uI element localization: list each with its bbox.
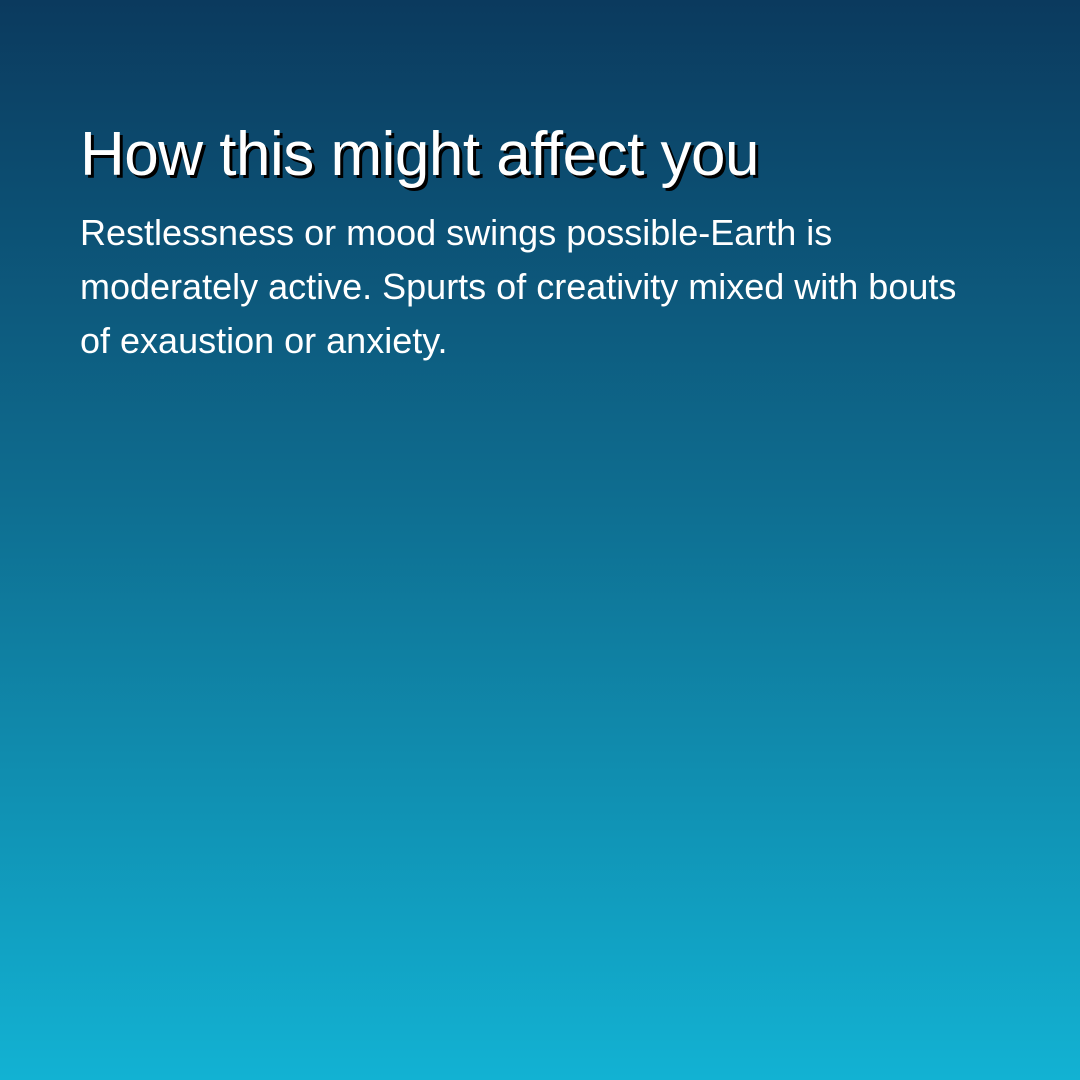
- info-card: How this might affect you Restlessness o…: [0, 0, 1080, 1080]
- card-body-text: Restlessness or mood swings possible-Ear…: [80, 212, 957, 362]
- card-title: How this might affect you: [80, 120, 760, 189]
- card-content: How this might affect you Restlessness o…: [80, 118, 980, 368]
